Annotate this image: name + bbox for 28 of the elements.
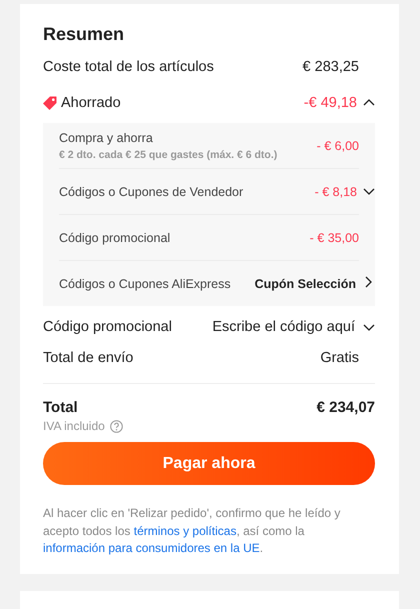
tag-icon: [43, 96, 57, 110]
coupon-link[interactable]: Cupón Selección: [254, 276, 356, 290]
legal-text: Al hacer clic en 'Relizar pedido', confirmo que he leído y acepto todos los términos y políticas, así como la información para consumidores en la UE.: [43, 505, 342, 557]
detail-value: - € 6,00: [316, 138, 359, 152]
promo-code-dropdown[interactable]: Escribe el código aquí: [212, 319, 375, 335]
detail-label: Compra y ahorra: [59, 131, 154, 145]
terms-link[interactable]: términos y políticas: [134, 524, 236, 538]
detail-note: € 2 dto. cada € 25 que gastes (máx. € 6 dto.): [59, 149, 278, 161]
detail-value: - € 35,00: [310, 230, 359, 244]
pay-button[interactable]: Pagar ahora: [43, 442, 375, 485]
row-label: Coste total de los artículos: [43, 59, 214, 75]
total-value: € 234,07: [316, 398, 375, 416]
summary-title: Resumen: [43, 24, 126, 45]
detail-label: Código promocional: [59, 230, 170, 244]
detail-label: Códigos o Cupones de Vendedor: [59, 184, 244, 198]
total-label: Total: [43, 398, 78, 416]
help-icon[interactable]: [110, 420, 123, 432]
row-label: Total de envío: [43, 350, 134, 366]
row-label: Código promocional: [43, 319, 172, 335]
row-value: € 283,25: [302, 59, 359, 75]
detail-label: Códigos o Cupones AliExpress: [59, 276, 231, 290]
row-value: Gratis: [320, 350, 359, 366]
savings-value: -€ 49,18: [304, 95, 357, 111]
tax-note: IVA incluido: [43, 419, 105, 433]
terms-link[interactable]: información para consumidores en la UE: [43, 541, 260, 555]
savings-label: Ahorrado: [61, 95, 121, 111]
detail-value: - € 8,18: [314, 184, 357, 198]
chevron-icon: [364, 276, 373, 288]
